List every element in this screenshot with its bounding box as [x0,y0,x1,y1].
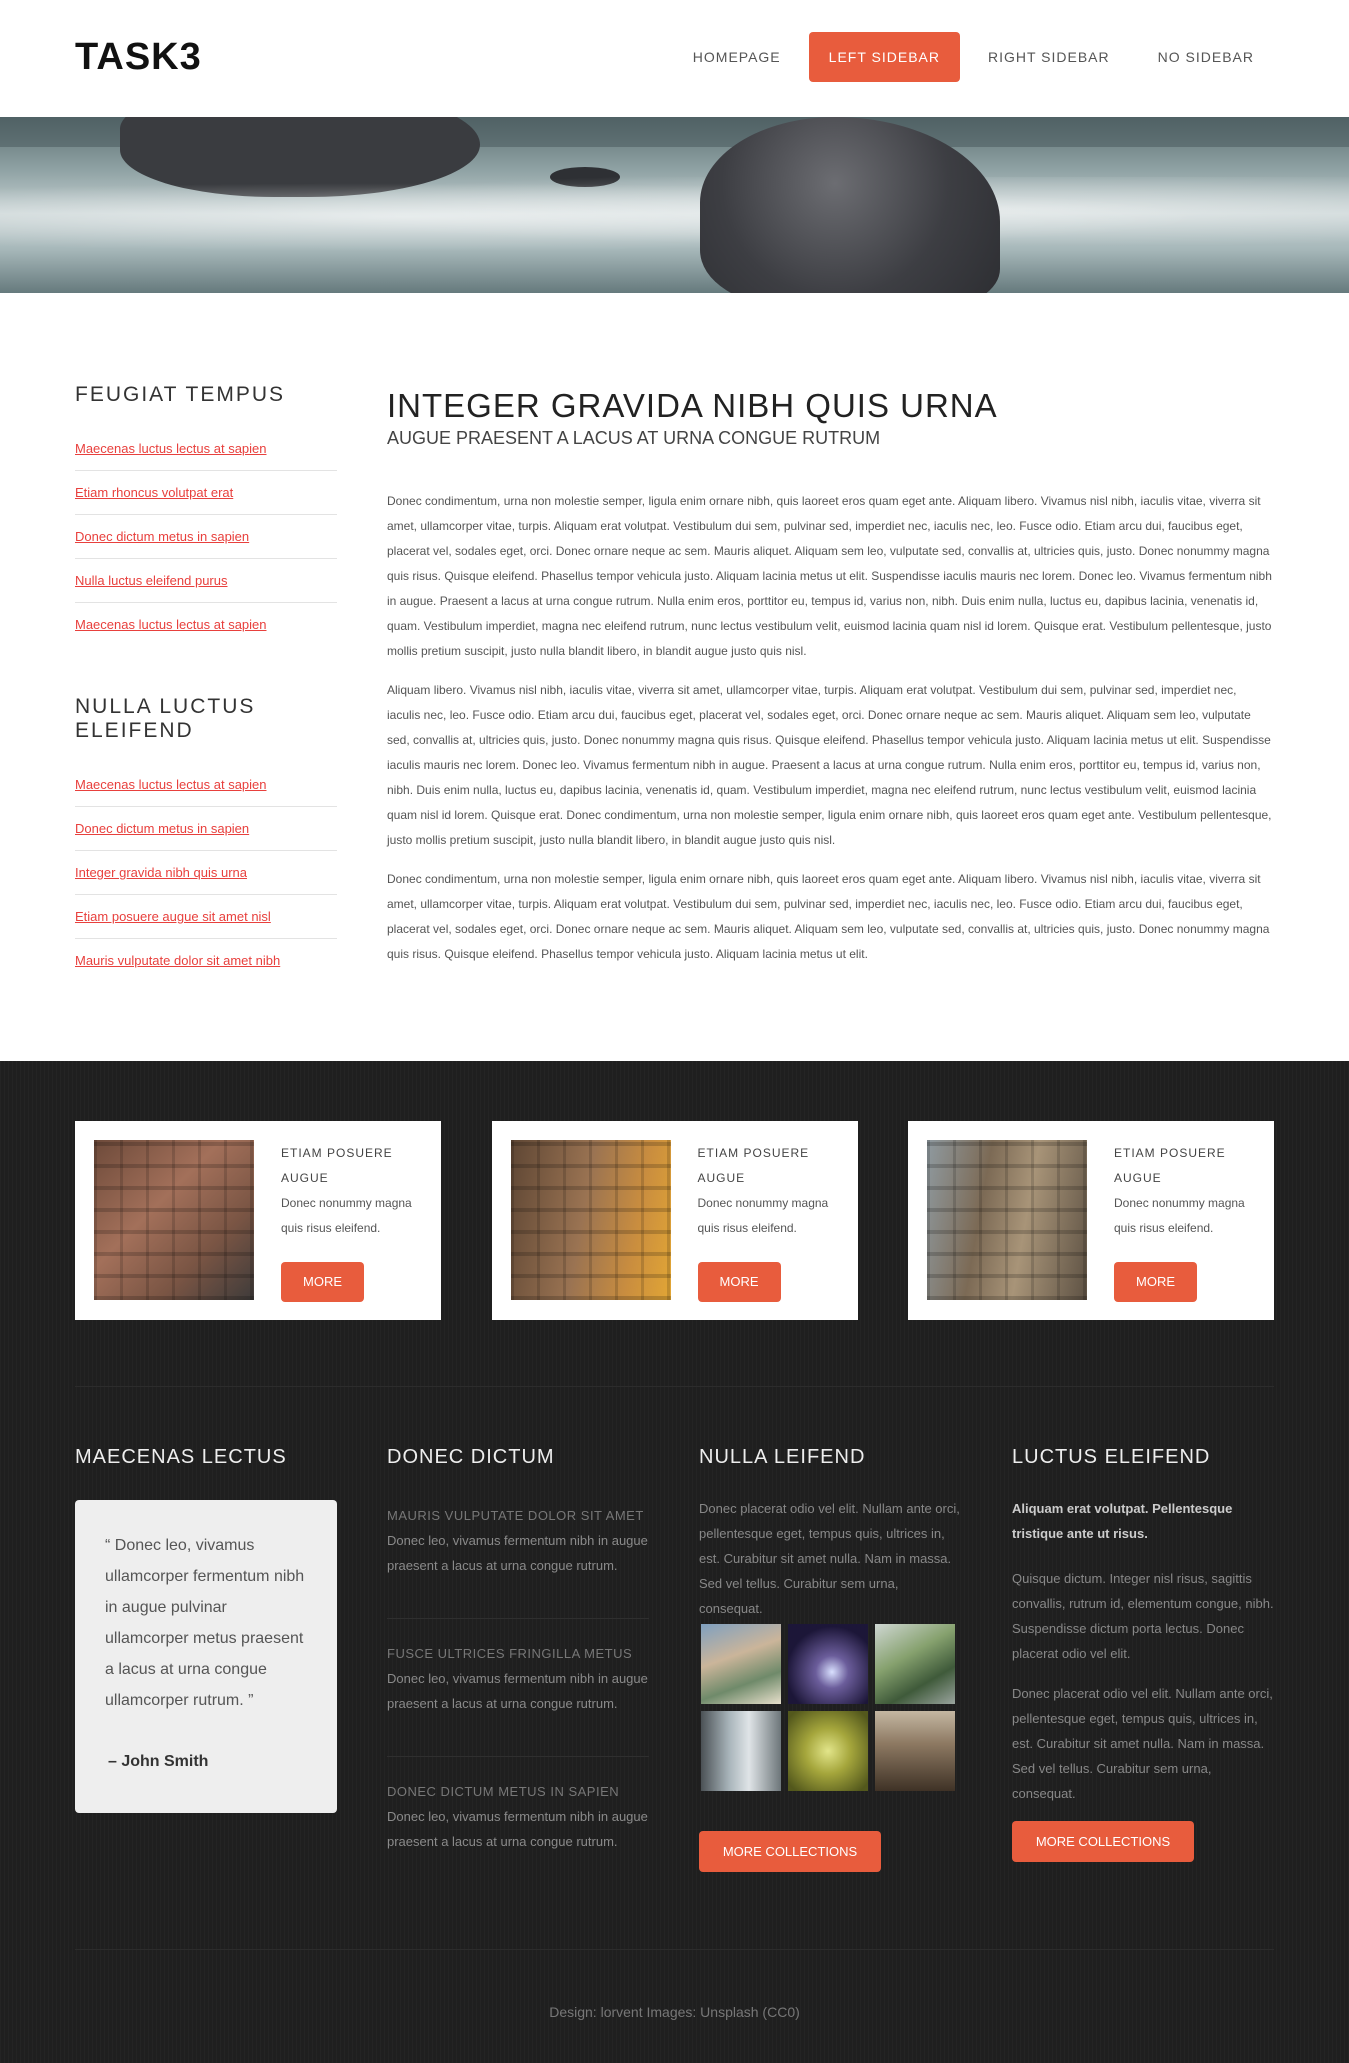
gallery-thumb[interactable] [701,1711,781,1791]
nav-no-sidebar[interactable]: NO SIDEBAR [1138,32,1274,82]
nav-homepage[interactable]: HOMEPAGE [673,32,801,82]
list-item: Nulla luctus eleifend purus [75,559,337,603]
site-header: TASK3 HOMEPAGE LEFT SIDEBAR RIGHT SIDEBA… [0,0,1349,117]
gallery-thumb[interactable] [788,1711,868,1791]
testimonial-author: – John Smith [108,1753,209,1770]
entry-title[interactable]: MAURIS VULPUTATE DOLOR SIT AMET [387,1503,649,1528]
footer-col-title: MAECENAS LECTUS [75,1446,287,1468]
list-item: Maecenas luctus lectus at sapien [75,603,337,647]
gallery-thumb[interactable] [875,1711,955,1791]
more-collections-button[interactable]: MORE COLLECTIONS [1012,1821,1194,1862]
list-item: Maecenas luctus lectus at sapien [75,763,337,807]
nav-right-sidebar[interactable]: RIGHT SIDEBAR [968,32,1130,82]
more-button[interactable]: MORE [697,1262,781,1302]
more-button[interactable]: MORE [1114,1262,1197,1302]
entry-title[interactable]: DONEC DICTUM METUS IN SAPIEN [387,1779,649,1804]
card-title: ETIAM POSUERE AUGUE [281,1146,393,1185]
sidebar-link[interactable]: Etiam rhoncus volutpat erat [75,485,233,500]
gallery-thumb[interactable] [701,1624,781,1704]
list-item: Integer gravida nibh quis urna [75,851,337,895]
footer-col-title: NULLA LEIFEND [699,1446,866,1468]
gallery-description: Donec placerat odio vel elit. Nullam ant… [699,1501,960,1616]
body-paragraph: Aliquam libero. Vivamus nisl nibh, iacul… [387,683,1272,847]
sidebar-heading: NULLA LUCTUS ELEIFEND [75,695,256,742]
list-item: Donec dictum metus in sapien [75,515,337,559]
page-subtitle: AUGUE PRAESENT A LACUS AT URNA CONGUE RU… [387,428,881,448]
footer-col-title: LUCTUS ELEIFEND [1012,1446,1211,1468]
card-image [510,1140,671,1300]
testimonial-text: “ Donec leo, vivamus ullamcorper ferment… [105,1537,305,1709]
sidebar-link[interactable]: Donec dictum metus in sapien [75,529,249,544]
card-text: Donec nonummy magna quis risus eleifend. [281,1196,412,1235]
card-text: Donec nonummy magna quis risus eleifend. [1114,1196,1245,1235]
list-item: Maecenas luctus lectus at sapien [75,427,337,471]
sidebar-link-list: Maecenas luctus lectus at sapien Etiam r… [75,427,337,647]
site-logo[interactable]: TASK3 [75,36,202,79]
sidebar-link[interactable]: Donec dictum metus in sapien [75,821,249,836]
list-item: FUSCE ULTRICES FRINGILLA METUS Donec leo… [387,1641,649,1716]
sidebar-link[interactable]: Mauris vulputate dolor sit amet nibh [75,953,280,968]
section-divider [75,1949,1274,1950]
card-title: ETIAM POSUERE AUGUE [697,1146,810,1185]
sidebar-link[interactable]: Maecenas luctus lectus at sapien [75,441,267,456]
page-title: INTEGER GRAVIDA NIBH QUIS URNA [387,387,998,424]
section-divider [75,1386,1274,1387]
feature-card: ETIAM POSUERE AUGUE Donec nonummy magna … [491,1121,858,1320]
feature-card: ETIAM POSUERE AUGUE Donec nonummy magna … [908,1121,1274,1320]
sidebar-link-list: Maecenas luctus lectus at sapien Donec d… [75,763,337,983]
sidebar-link[interactable]: Maecenas luctus lectus at sapien [75,617,267,632]
main-content: INTEGER GRAVIDA NIBH QUIS URNA AUGUE PRA… [387,386,1273,981]
card-image [927,1140,1087,1300]
body-paragraph: Donec condimentum, urna non molestie sem… [387,872,1270,961]
list-item: DONEC DICTUM METUS IN SAPIEN Donec leo, … [387,1779,649,1854]
left-sidebar: FEUGIAT TEMPUS Maecenas luctus lectus at… [75,383,337,1031]
footer-col-nulla: NULLA LEIFEND Donec placerat odio vel el… [699,1446,961,1872]
bold-intro-text: Aliquam erat volutpat. Pellentesque tris… [1012,1501,1233,1541]
main-nav: HOMEPAGE LEFT SIDEBAR RIGHT SIDEBAR NO S… [673,32,1274,82]
list-item: Donec dictum metus in sapien [75,807,337,851]
entry-text: Donec leo, vivamus fermentum nibh in aug… [387,1671,648,1711]
sidebar-link[interactable]: Nulla luctus eleifend purus [75,573,227,588]
list-item: Etiam posuere augue sit amet nisl [75,895,337,939]
more-collections-button[interactable]: MORE COLLECTIONS [699,1831,881,1872]
gallery-thumb[interactable] [788,1624,868,1704]
card-image [94,1140,254,1300]
dark-footer-section: ETIAM POSUERE AUGUE Donec nonummy magna … [0,1061,1349,2063]
body-text: Donec placerat odio vel elit. Nullam ant… [1012,1686,1273,1801]
feature-cards: ETIAM POSUERE AUGUE Donec nonummy magna … [75,1121,1274,1320]
footer-col-maecenas: MAECENAS LECTUS “ Donec leo, vivamus ull… [75,1446,337,1813]
sidebar-link[interactable]: Maecenas luctus lectus at sapien [75,777,267,792]
list-item: Mauris vulputate dolor sit amet nibh [75,939,337,983]
gallery-thumb[interactable] [875,1624,955,1704]
sidebar-heading: FEUGIAT TEMPUS [75,383,286,406]
photo-gallery [701,1624,963,1791]
footer-col-title: DONEC DICTUM [387,1446,555,1468]
testimonial-box: “ Donec leo, vivamus ullamcorper ferment… [75,1500,337,1813]
card-title: ETIAM POSUERE AUGUE [1114,1146,1226,1185]
footer-col-donec: DONEC DICTUM MAURIS VULPUTATE DOLOR SIT … [387,1446,649,1849]
hero-banner-image [0,117,1349,293]
entry-divider [387,1618,649,1619]
feature-card: ETIAM POSUERE AUGUE Donec nonummy magna … [75,1121,441,1320]
card-text: Donec nonummy magna quis risus eleifend. [697,1196,829,1235]
entry-text: Donec leo, vivamus fermentum nibh in aug… [387,1809,648,1849]
sidebar-link[interactable]: Etiam posuere augue sit amet nisl [75,909,271,924]
footer-credits: Design: lorvent Images: Unsplash (CC0) [549,2004,800,2020]
list-item: Etiam rhoncus volutpat erat [75,471,337,515]
nav-left-sidebar[interactable]: LEFT SIDEBAR [808,32,960,82]
body-paragraph: Donec condimentum, urna non molestie sem… [387,494,1272,658]
entry-text: Donec leo, vivamus fermentum nibh in aug… [387,1533,648,1573]
main-section: FEUGIAT TEMPUS Maecenas luctus lectus at… [0,293,1349,1061]
sidebar-link[interactable]: Integer gravida nibh quis urna [75,865,247,880]
list-item: MAURIS VULPUTATE DOLOR SIT AMET Donec le… [387,1503,649,1578]
footer-col-luctus: LUCTUS ELEIFEND Aliquam erat volutpat. P… [1012,1446,1274,1862]
body-text: Quisque dictum. Integer nisl risus, sagi… [1012,1571,1274,1661]
more-button[interactable]: MORE [281,1262,364,1302]
entry-divider [387,1756,649,1757]
entry-title[interactable]: FUSCE ULTRICES FRINGILLA METUS [387,1641,649,1666]
